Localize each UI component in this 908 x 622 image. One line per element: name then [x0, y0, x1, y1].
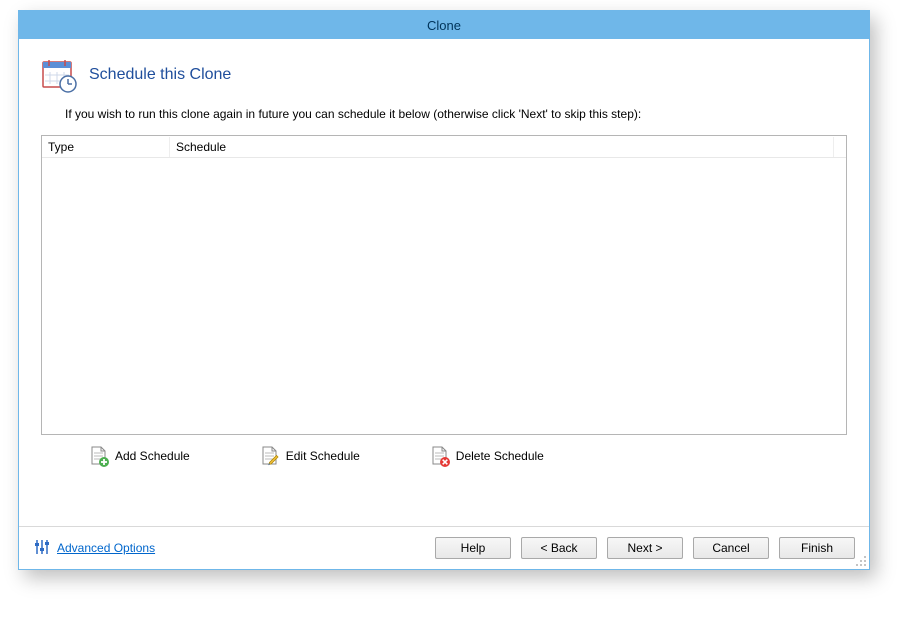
schedule-table[interactable]: Type Schedule	[41, 135, 847, 435]
back-button[interactable]: < Back	[521, 537, 597, 559]
calendar-clock-icon	[41, 57, 77, 93]
delete-schedule-label: Delete Schedule	[456, 449, 544, 463]
header: Schedule this Clone	[41, 57, 847, 93]
finish-button[interactable]: Finish	[779, 537, 855, 559]
next-button[interactable]: Next >	[607, 537, 683, 559]
document-add-icon	[89, 445, 109, 467]
add-schedule-label: Add Schedule	[115, 449, 190, 463]
page-title: Schedule this Clone	[89, 66, 231, 84]
content-area: Schedule this Clone If you wish to run t…	[19, 39, 869, 526]
table-header: Type Schedule	[42, 136, 846, 158]
window-title: Clone	[427, 18, 461, 33]
table-body[interactable]	[42, 158, 846, 434]
intro-text: If you wish to run this clone again in f…	[65, 107, 847, 121]
edit-schedule-button[interactable]: Edit Schedule	[260, 445, 360, 467]
footer-buttons: Help < Back Next > Cancel Finish	[435, 537, 855, 559]
edit-schedule-label: Edit Schedule	[286, 449, 360, 463]
document-delete-icon	[430, 445, 450, 467]
advanced-options-link[interactable]: Advanced Options	[33, 538, 155, 559]
advanced-options-label: Advanced Options	[57, 541, 155, 555]
document-edit-icon	[260, 445, 280, 467]
dialog-window: Clone	[18, 10, 870, 570]
schedule-actions: Add Schedule Edit	[89, 445, 847, 467]
column-schedule[interactable]: Schedule	[170, 137, 834, 157]
column-spacer	[834, 144, 846, 150]
help-button[interactable]: Help	[435, 537, 511, 559]
cancel-button[interactable]: Cancel	[693, 537, 769, 559]
column-type[interactable]: Type	[42, 137, 170, 157]
delete-schedule-button[interactable]: Delete Schedule	[430, 445, 544, 467]
titlebar: Clone	[19, 11, 869, 39]
footer: Advanced Options Help < Back Next > Canc…	[19, 526, 869, 569]
resize-grip[interactable]	[855, 555, 867, 567]
add-schedule-button[interactable]: Add Schedule	[89, 445, 190, 467]
sliders-icon	[33, 538, 51, 559]
